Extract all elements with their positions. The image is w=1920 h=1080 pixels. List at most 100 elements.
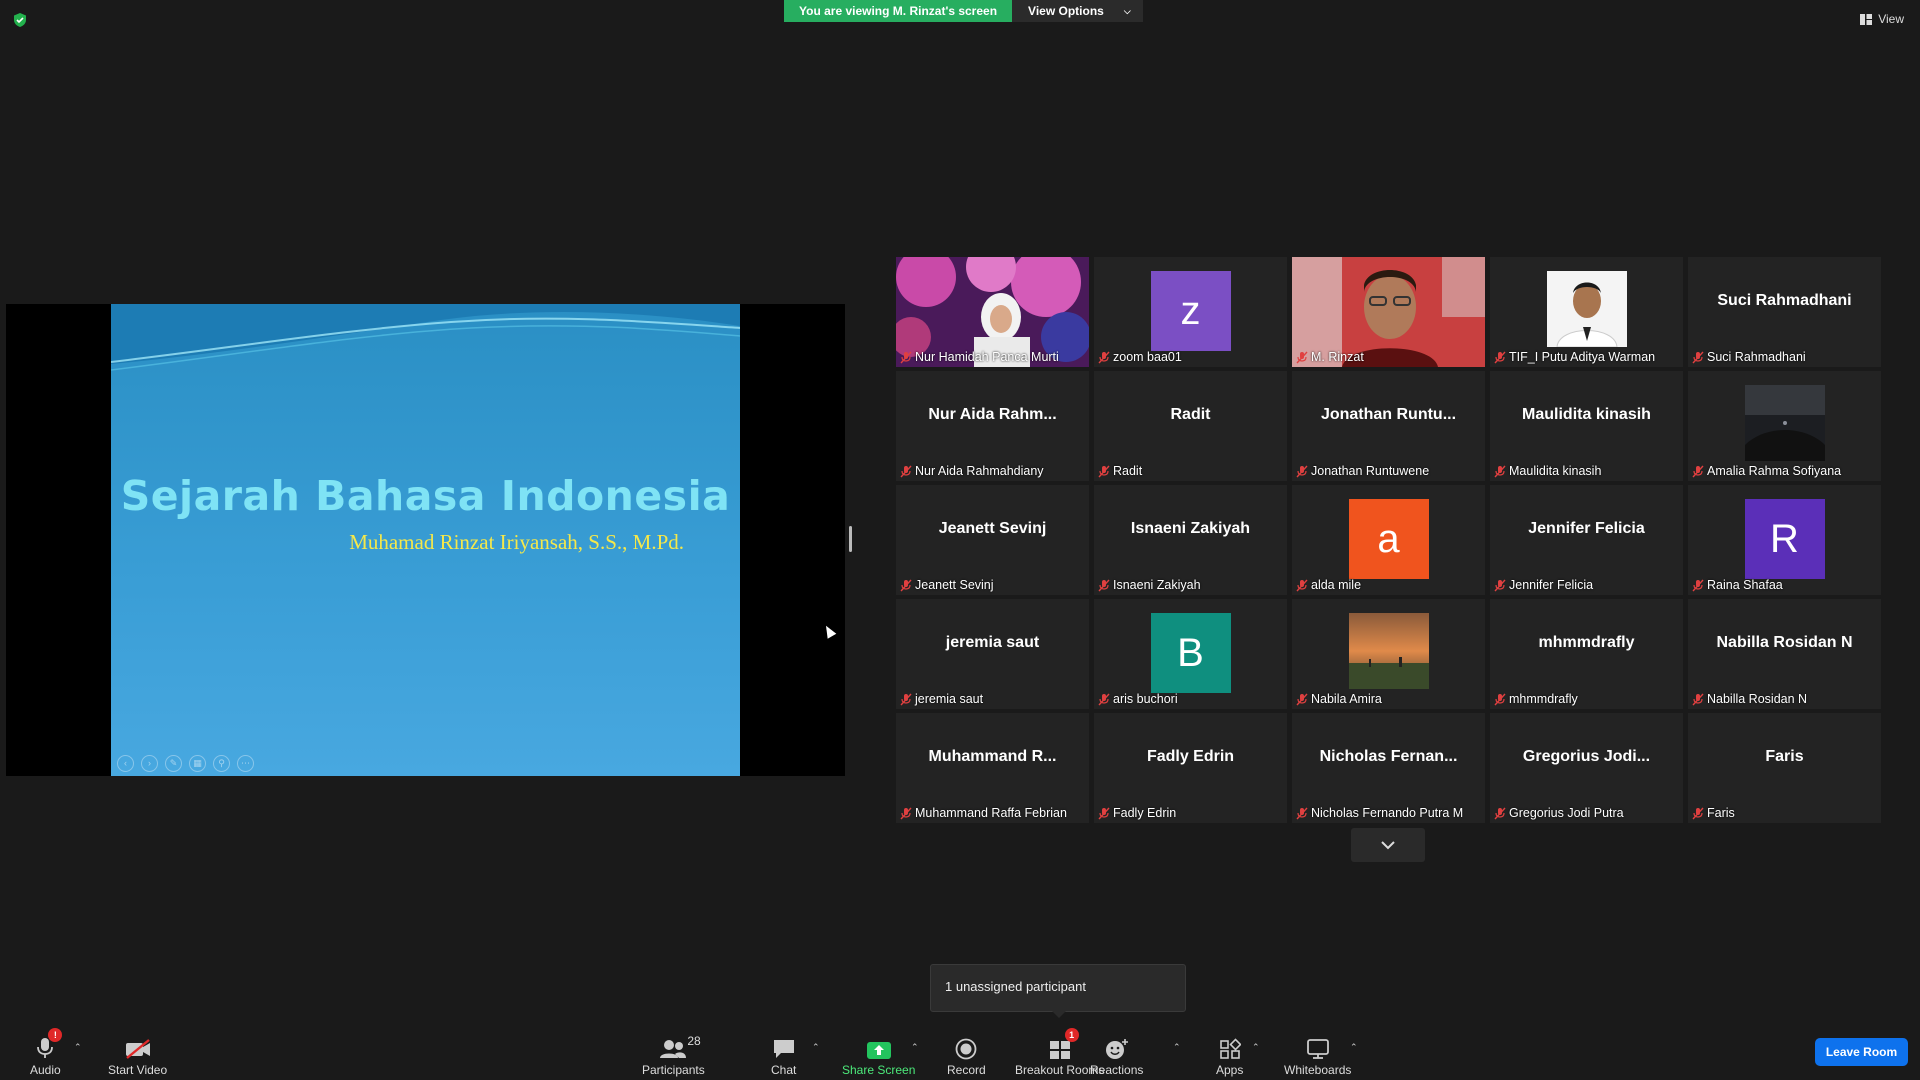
muted-microphone-icon bbox=[1098, 351, 1110, 363]
participant-name: alda mile bbox=[1311, 578, 1362, 592]
participant-tile[interactable]: Gregorius Jodi... Gregorius Jodi Putra bbox=[1490, 713, 1683, 823]
slide-author: Muhamad Rinzat Iriyansah, S.S., M.Pd. bbox=[349, 530, 684, 554]
participant-tile[interactable]: Radit Radit bbox=[1094, 371, 1287, 481]
pen-icon[interactable]: ✎ bbox=[165, 755, 182, 772]
participant-display-name: Jennifer Felicia bbox=[1528, 520, 1645, 537]
participant-display-name: Jeanett Sevinj bbox=[938, 520, 1047, 537]
reactions-options-caret-icon[interactable]: ⌃ bbox=[1173, 1042, 1181, 1053]
breakout-rooms-badge: 1 bbox=[1064, 1028, 1079, 1042]
muted-microphone-icon bbox=[1692, 807, 1704, 819]
muted-microphone-icon bbox=[1098, 465, 1110, 477]
participant-tile[interactable]: Faris Faris bbox=[1688, 713, 1881, 823]
participant-name: Faris bbox=[1707, 806, 1735, 820]
participant-tile[interactable]: Amalia Rahma Sofiyana bbox=[1688, 371, 1881, 481]
leave-room-button[interactable]: Leave Room bbox=[1815, 1038, 1908, 1066]
participant-name-caption: zoom baa01 bbox=[1098, 350, 1182, 364]
muted-microphone-icon bbox=[1296, 693, 1308, 705]
participant-tile[interactable]: Muhammand R... Muhammand Raffa Febrian bbox=[896, 713, 1089, 823]
view-options-label: View Options bbox=[1028, 4, 1104, 18]
panel-resize-handle[interactable] bbox=[849, 526, 852, 552]
participant-tile[interactable]: mhmmdrafly mhmmdrafly bbox=[1490, 599, 1683, 709]
gallery-next-page-button[interactable] bbox=[1351, 828, 1425, 862]
participant-tile[interactable]: Nur Aida Rahm... Nur Aida Rahmahdiany bbox=[896, 371, 1089, 481]
share-screen-label: Share Screen bbox=[842, 1063, 916, 1077]
participant-tile[interactable]: TIF_I Putu Aditya Warman bbox=[1490, 257, 1683, 367]
apps-icon bbox=[1219, 1038, 1241, 1059]
meeting-toolbar: ! Audio ⌃ Start Video 28 Participants Ch… bbox=[0, 1020, 1920, 1080]
whiteboards-button[interactable]: Whiteboards bbox=[1284, 1034, 1351, 1077]
participant-name-caption: Nur Hamidah Panca Murti bbox=[900, 350, 1059, 364]
participant-display-name: Gregorius Jodi... bbox=[1522, 748, 1651, 765]
start-video-button[interactable]: Start Video bbox=[108, 1034, 167, 1077]
participant-name-caption: Radit bbox=[1098, 464, 1142, 478]
participant-avatar: z bbox=[1150, 271, 1231, 351]
slide-wave-decoration bbox=[111, 304, 740, 371]
muted-microphone-icon bbox=[900, 351, 912, 363]
muted-microphone-icon bbox=[1692, 465, 1704, 477]
participant-name-caption: Muhammand Raffa Febrian bbox=[900, 806, 1067, 820]
muted-microphone-icon bbox=[1296, 465, 1308, 477]
muted-microphone-icon bbox=[1296, 351, 1308, 363]
participant-tile[interactable]: Fadly Edrin Fadly Edrin bbox=[1094, 713, 1287, 823]
participant-tile[interactable]: Nabilla Rosidan N Nabilla Rosidan N bbox=[1688, 599, 1881, 709]
next-slide-icon[interactable]: › bbox=[141, 755, 158, 772]
chat-options-caret-icon[interactable]: ⌃ bbox=[812, 1042, 820, 1053]
participant-name-caption: Amalia Rahma Sofiyana bbox=[1692, 464, 1841, 478]
participant-name: aris buchori bbox=[1113, 692, 1178, 706]
view-label: View bbox=[1878, 12, 1904, 26]
audio-options-caret-icon[interactable]: ⌃ bbox=[74, 1042, 82, 1053]
participant-name: Suci Rahmadhani bbox=[1707, 350, 1806, 364]
share-options-caret-icon[interactable]: ⌃ bbox=[911, 1042, 919, 1053]
chat-button[interactable]: Chat bbox=[771, 1034, 796, 1077]
record-button[interactable]: Record bbox=[947, 1034, 986, 1077]
participant-tile[interactable]: Suci Rahmadhani Suci Rahmadhani bbox=[1688, 257, 1881, 367]
zoom-icon[interactable]: ⚲ bbox=[213, 755, 230, 772]
participant-display-name: Jonathan Runtu... bbox=[1320, 406, 1457, 423]
participant-name-caption: Gregorius Jodi Putra bbox=[1494, 806, 1624, 820]
share-screen-icon bbox=[866, 1042, 891, 1059]
participants-button[interactable]: 28 Participants bbox=[642, 1034, 705, 1077]
apps-button[interactable]: Apps bbox=[1216, 1034, 1243, 1077]
reactions-button[interactable]: Reactions bbox=[1090, 1034, 1143, 1077]
participant-photo bbox=[1546, 271, 1627, 347]
participant-name: Nicholas Fernando Putra M bbox=[1311, 806, 1464, 820]
participant-tile[interactable]: M. Rinzat bbox=[1292, 257, 1485, 367]
participant-tile[interactable]: Maulidita kinasih Maulidita kinasih bbox=[1490, 371, 1683, 481]
participant-tile[interactable]: Nur Hamidah Panca Murti bbox=[896, 257, 1089, 367]
participant-name: Jennifer Felicia bbox=[1509, 578, 1594, 592]
reactions-icon bbox=[1105, 1039, 1128, 1059]
share-screen-button[interactable]: Share Screen bbox=[842, 1034, 915, 1077]
participant-tile[interactable]: Jonathan Runtu... Jonathan Runtuwene bbox=[1292, 371, 1485, 481]
participant-tile[interactable]: Nicholas Fernan... Nicholas Fernando Putr… bbox=[1292, 713, 1485, 823]
more-options-icon[interactable]: ⋯ bbox=[237, 755, 254, 772]
participant-display-name: Maulidita kinasih bbox=[1522, 406, 1651, 423]
previous-slide-icon[interactable]: ‹ bbox=[117, 755, 134, 772]
view-options-button[interactable]: View Options ⌵ bbox=[1012, 0, 1143, 22]
participant-tile[interactable]: Isnaeni Zakiyah Isnaeni Zakiyah bbox=[1094, 485, 1287, 595]
participant-name-caption: mhmmdrafly bbox=[1494, 692, 1578, 706]
grid-view-icon bbox=[1860, 13, 1873, 25]
participant-tile[interactable]: Baris buchori bbox=[1094, 599, 1287, 709]
participant-tile[interactable]: Jeanett Sevinj Jeanett Sevinj bbox=[896, 485, 1089, 595]
participant-name: Muhammand Raffa Febrian bbox=[915, 806, 1067, 820]
apps-options-caret-icon[interactable]: ⌃ bbox=[1252, 1042, 1260, 1053]
participant-tile[interactable]: jeremia saut jeremia saut bbox=[896, 599, 1089, 709]
participant-tile[interactable]: Nabila Amira bbox=[1292, 599, 1485, 709]
participant-tile[interactable]: R Raina Shafaa bbox=[1688, 485, 1881, 595]
participant-tile[interactable]: z zoom baa01 bbox=[1094, 257, 1287, 367]
muted-microphone-icon bbox=[1494, 693, 1506, 705]
audio-button[interactable]: ! Audio bbox=[30, 1028, 63, 1077]
whiteboards-options-caret-icon[interactable]: ⌃ bbox=[1350, 1042, 1358, 1053]
shared-screen[interactable]: Sejarah Bahasa Indonesia Muhamad Rinzat … bbox=[6, 304, 845, 776]
participant-tile[interactable]: a alda mile bbox=[1292, 485, 1485, 595]
muted-microphone-icon bbox=[1296, 807, 1308, 819]
participant-tile[interactable]: Jennifer Felicia Jennifer Felicia bbox=[1490, 485, 1683, 595]
slides-icon[interactable]: ▦ bbox=[189, 755, 206, 772]
muted-microphone-icon bbox=[1494, 351, 1506, 363]
muted-microphone-icon bbox=[1098, 807, 1110, 819]
participant-display-name: Muhammand R... bbox=[928, 748, 1057, 765]
participant-name-caption: Suci Rahmadhani bbox=[1692, 350, 1806, 364]
security-shield-icon[interactable] bbox=[12, 12, 28, 28]
view-button[interactable]: View bbox=[1860, 12, 1904, 26]
participants-label: Participants bbox=[642, 1063, 705, 1077]
